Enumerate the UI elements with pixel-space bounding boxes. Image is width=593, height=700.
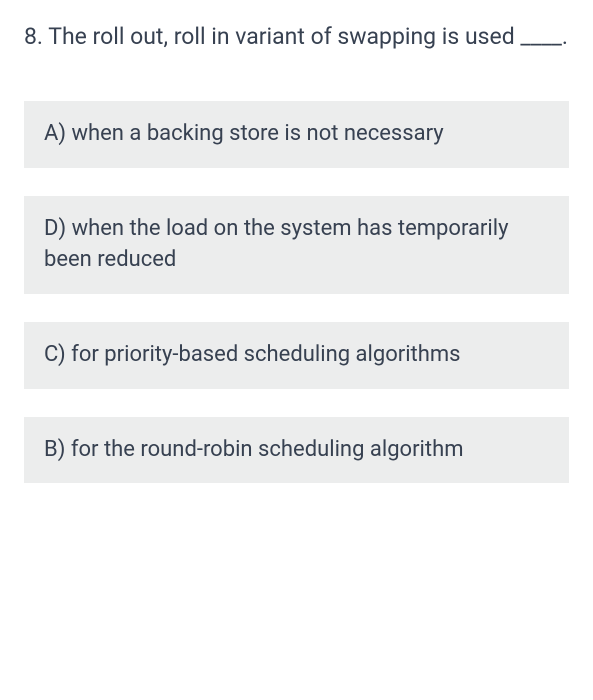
question-prompt: 8. The roll out, roll in variant of swap…	[24, 20, 569, 53]
option-letter: C)	[44, 342, 66, 367]
option-text: for priority-based scheduling algorithms	[71, 342, 460, 367]
question-body: The roll out, roll in variant of swappin…	[48, 23, 568, 50]
options-list: A) when a backing store is not necessary…	[24, 101, 569, 483]
option-text: when a backing store is not necessary	[71, 121, 443, 146]
option-b[interactable]: B) for the round-robin scheduling algori…	[24, 417, 569, 484]
option-d[interactable]: D) when the load on the system has tempo…	[24, 196, 569, 294]
option-text: when the load on the system has temporar…	[44, 216, 509, 272]
option-letter: A)	[44, 121, 66, 146]
question-number: 8.	[24, 23, 43, 50]
option-text: for the round-robin scheduling algorithm	[71, 437, 464, 462]
option-c[interactable]: C) for priority-based scheduling algorit…	[24, 322, 569, 389]
option-letter: D)	[44, 216, 66, 241]
option-a[interactable]: A) when a backing store is not necessary	[24, 101, 569, 168]
option-letter: B)	[44, 437, 65, 462]
